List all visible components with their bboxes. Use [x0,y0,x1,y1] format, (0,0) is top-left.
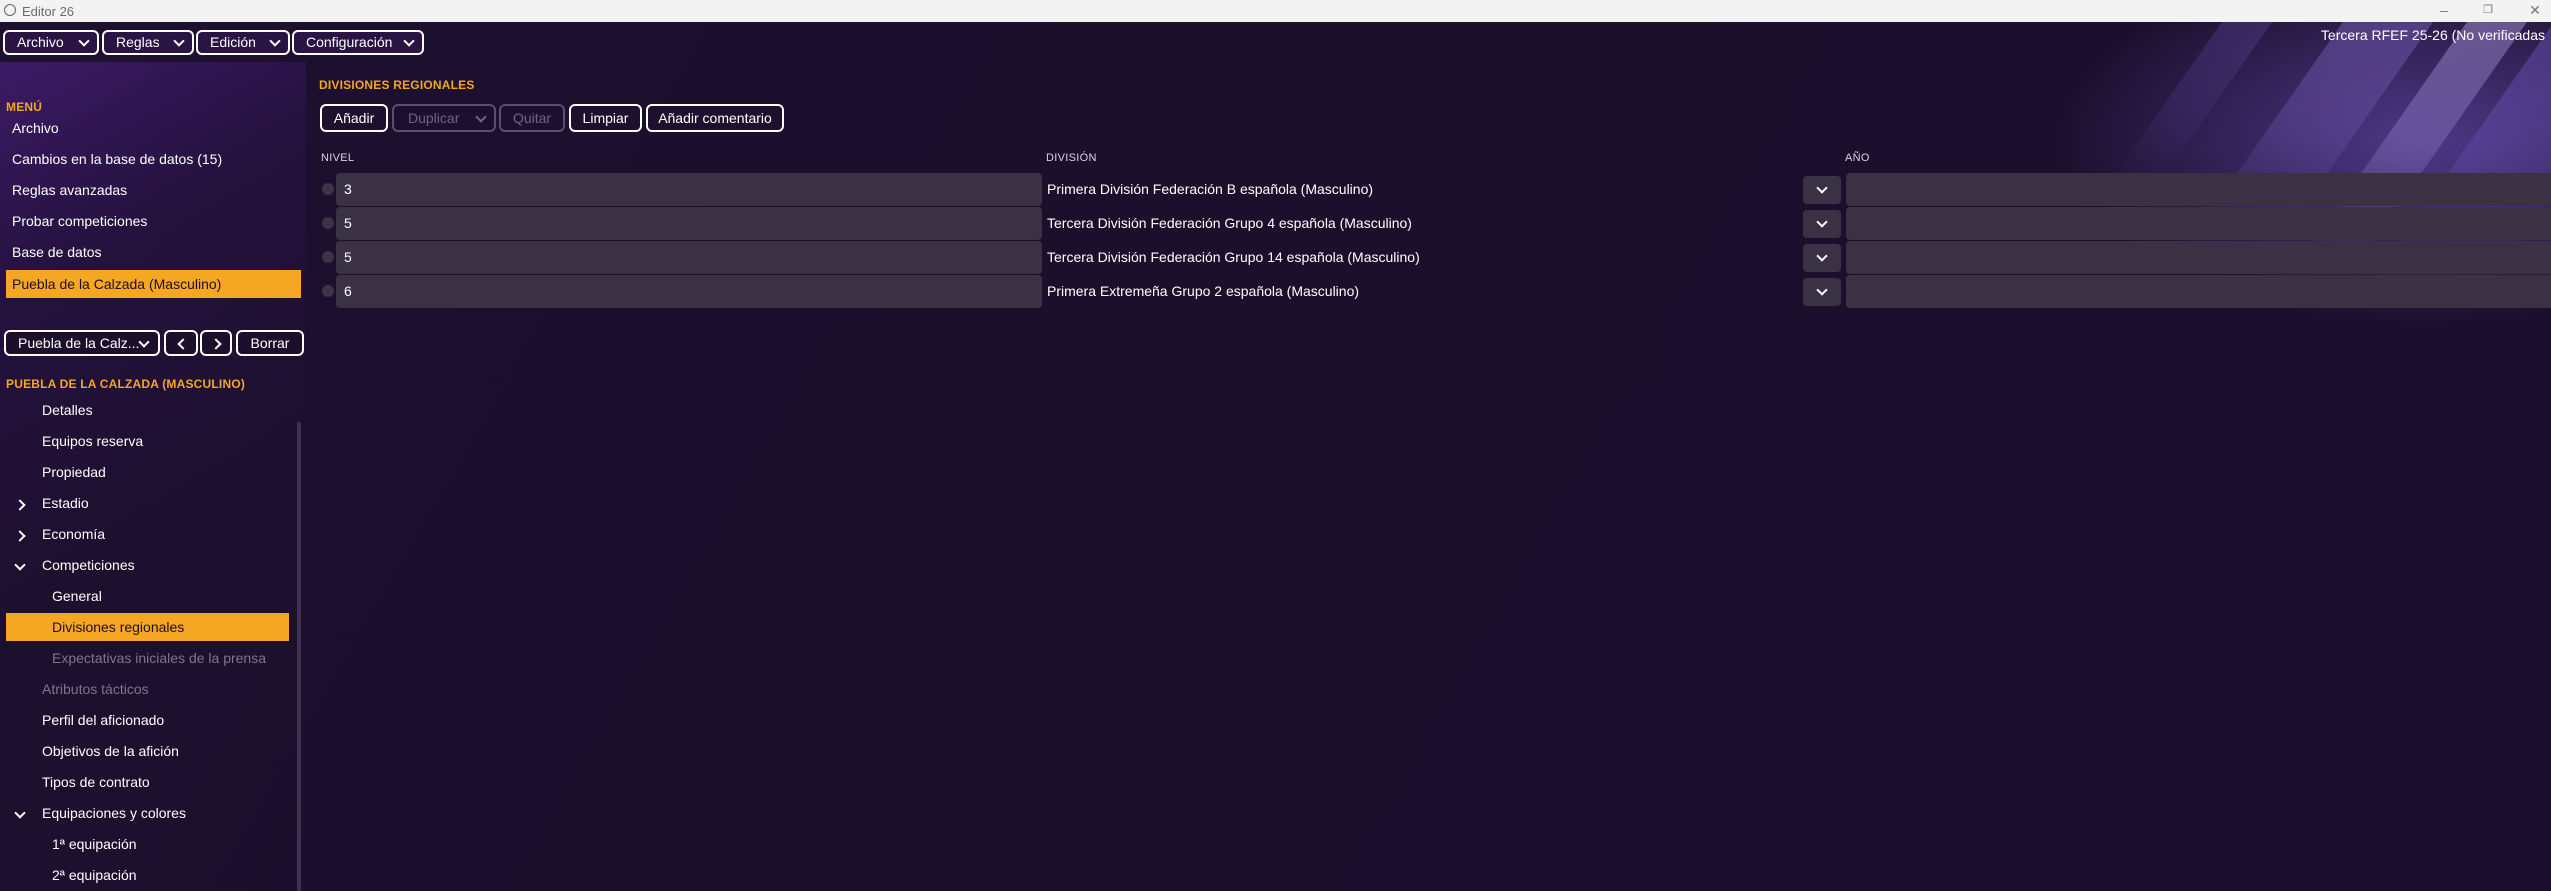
previous-button[interactable] [164,330,198,356]
next-button[interactable] [200,330,232,356]
remove-button: Quitar [499,104,565,132]
chevron-right-icon [210,338,222,350]
chevron-right-icon[interactable] [14,530,26,542]
clear-table-button[interactable]: Limpiar [569,104,642,132]
duplicate-label: Duplicar [408,110,460,126]
nivel-field[interactable]: 5 [336,241,1042,274]
tree-item-segunda-equipacion[interactable]: 2ª equipación [52,861,137,889]
chevron-down-icon [1816,216,1828,228]
app-icon [4,4,16,16]
window-title: Editor 26 [22,4,75,19]
menu-configuracion-button[interactable]: Configuración [292,30,424,55]
chevron-down-icon[interactable] [14,559,26,571]
tree-item-detalles[interactable]: Detalles [42,396,93,424]
row-select-radio[interactable] [322,285,334,297]
add-comment-button[interactable]: Añadir comentario [646,104,784,132]
nivel-field[interactable]: 5 [336,207,1042,240]
anio-field[interactable] [1846,275,2551,308]
minimize-icon[interactable]: – [2436,2,2452,18]
menu-section-title: MENÚ [6,100,43,114]
sidebar-item-probar-competiciones[interactable]: Probar competiciones [6,207,301,235]
division-value: Primera División Federación B española (… [1047,181,1374,197]
row-select-radio[interactable] [322,217,334,229]
chevron-down-icon [1816,284,1828,296]
nivel-field[interactable]: 3 [336,173,1042,206]
column-header-division: DIVISIÓN [1046,152,1097,164]
menu-edicion-button[interactable]: Edición [196,30,290,55]
anio-field[interactable] [1846,207,2551,240]
tree-item-estadio[interactable]: Estadio [42,489,89,517]
duplicate-button: Duplicar [392,104,496,132]
division-dropdown-button[interactable] [1803,210,1841,238]
tree-item-primera-equipacion[interactable]: 1ª equipación [52,830,137,858]
tree-item-objetivos-aficion[interactable]: Objetivos de la afición [42,737,179,765]
tree-item-equipaciones[interactable]: Equipaciones y colores [42,799,186,827]
division-value: Tercera División Federación Grupo 14 esp… [1047,249,1420,265]
sidebar-item-reglas-avanzadas[interactable]: Reglas avanzadas [6,176,301,204]
row-select-radio[interactable] [322,183,334,195]
window-title-bar: Editor 26 – ❐ ✕ [0,0,2551,22]
chevron-down-icon [269,35,281,47]
close-icon[interactable]: ✕ [2527,2,2543,18]
division-value: Primera Extremeña Grupo 2 española (Masc… [1047,283,1360,299]
menu-archivo-label: Archivo [17,34,64,50]
sidebar: MENÚ Archivo Cambios en la base de datos… [0,62,306,891]
menu-configuracion-label: Configuración [306,34,393,50]
club-selector-value: Puebla de la Calz... [18,335,140,351]
tree-item-propiedad[interactable]: Propiedad [42,458,106,486]
chevron-down-icon [475,111,487,123]
sidebar-scrollbar[interactable] [297,422,301,891]
chevron-down-icon[interactable] [14,807,26,819]
nivel-field[interactable]: 6 [336,275,1042,308]
division-dropdown-button[interactable] [1803,176,1841,204]
club-selector[interactable]: Puebla de la Calz... [4,330,160,356]
tree-item-divisiones-regionales[interactable]: Divisiones regionales [6,613,289,641]
club-section-title: PUEBLA DE LA CALZADA (MASCULINO) [6,377,246,391]
page-title: DIVISIONES REGIONALES [319,78,475,92]
chevron-left-icon [177,338,189,350]
tree-item-economia[interactable]: Economía [42,520,105,548]
tree-item-equipos-reserva[interactable]: Equipos reserva [42,427,143,455]
database-status: Tercera RFEF 25-26 (No verificadas [2320,27,2545,43]
menu-archivo-button[interactable]: Archivo [3,30,99,55]
chevron-down-icon [1816,250,1828,262]
sidebar-item-archivo[interactable]: Archivo [6,114,301,142]
division-dropdown-button[interactable] [1803,278,1841,306]
sidebar-item-cambios[interactable]: Cambios en la base de datos (15) [6,145,301,173]
clear-button[interactable]: Borrar [236,330,304,356]
column-header-nivel: NIVEL [321,152,355,164]
chevron-down-icon [173,35,185,47]
chevron-down-icon [403,35,415,47]
sidebar-item-club[interactable]: Puebla de la Calzada (Masculino) [6,270,301,298]
add-button[interactable]: Añadir [320,104,388,132]
chevron-down-icon [1816,182,1828,194]
tree-item-perfil-aficionado[interactable]: Perfil del aficionado [42,706,164,734]
column-header-anio: AÑO [1845,152,1870,164]
chevron-right-icon[interactable] [14,499,26,511]
anio-field[interactable] [1846,173,2551,206]
chevron-down-icon [138,336,150,348]
app-body: Archivo Reglas Edición Configuración Ter… [0,22,2551,891]
menu-reglas-button[interactable]: Reglas [102,30,194,55]
division-value: Tercera División Federación Grupo 4 espa… [1047,215,1412,231]
division-dropdown-button[interactable] [1803,244,1841,272]
anio-field[interactable] [1846,241,2551,274]
menu-edicion-label: Edición [210,34,256,50]
tree-item-expectativas-prensa: Expectativas iniciales de la prensa [52,650,267,666]
tree-item-atributos-tacticos: Atributos tácticos [42,681,149,697]
sidebar-item-base-de-datos[interactable]: Base de datos [6,238,301,266]
tree-item-general[interactable]: General [52,582,102,610]
row-select-radio[interactable] [322,251,334,263]
restore-icon[interactable]: ❐ [2480,2,2496,18]
tree-item-tipos-contrato[interactable]: Tipos de contrato [42,768,150,796]
chevron-down-icon [78,35,90,47]
tree-item-competiciones[interactable]: Competiciones [42,551,135,579]
menu-reglas-label: Reglas [116,34,160,50]
